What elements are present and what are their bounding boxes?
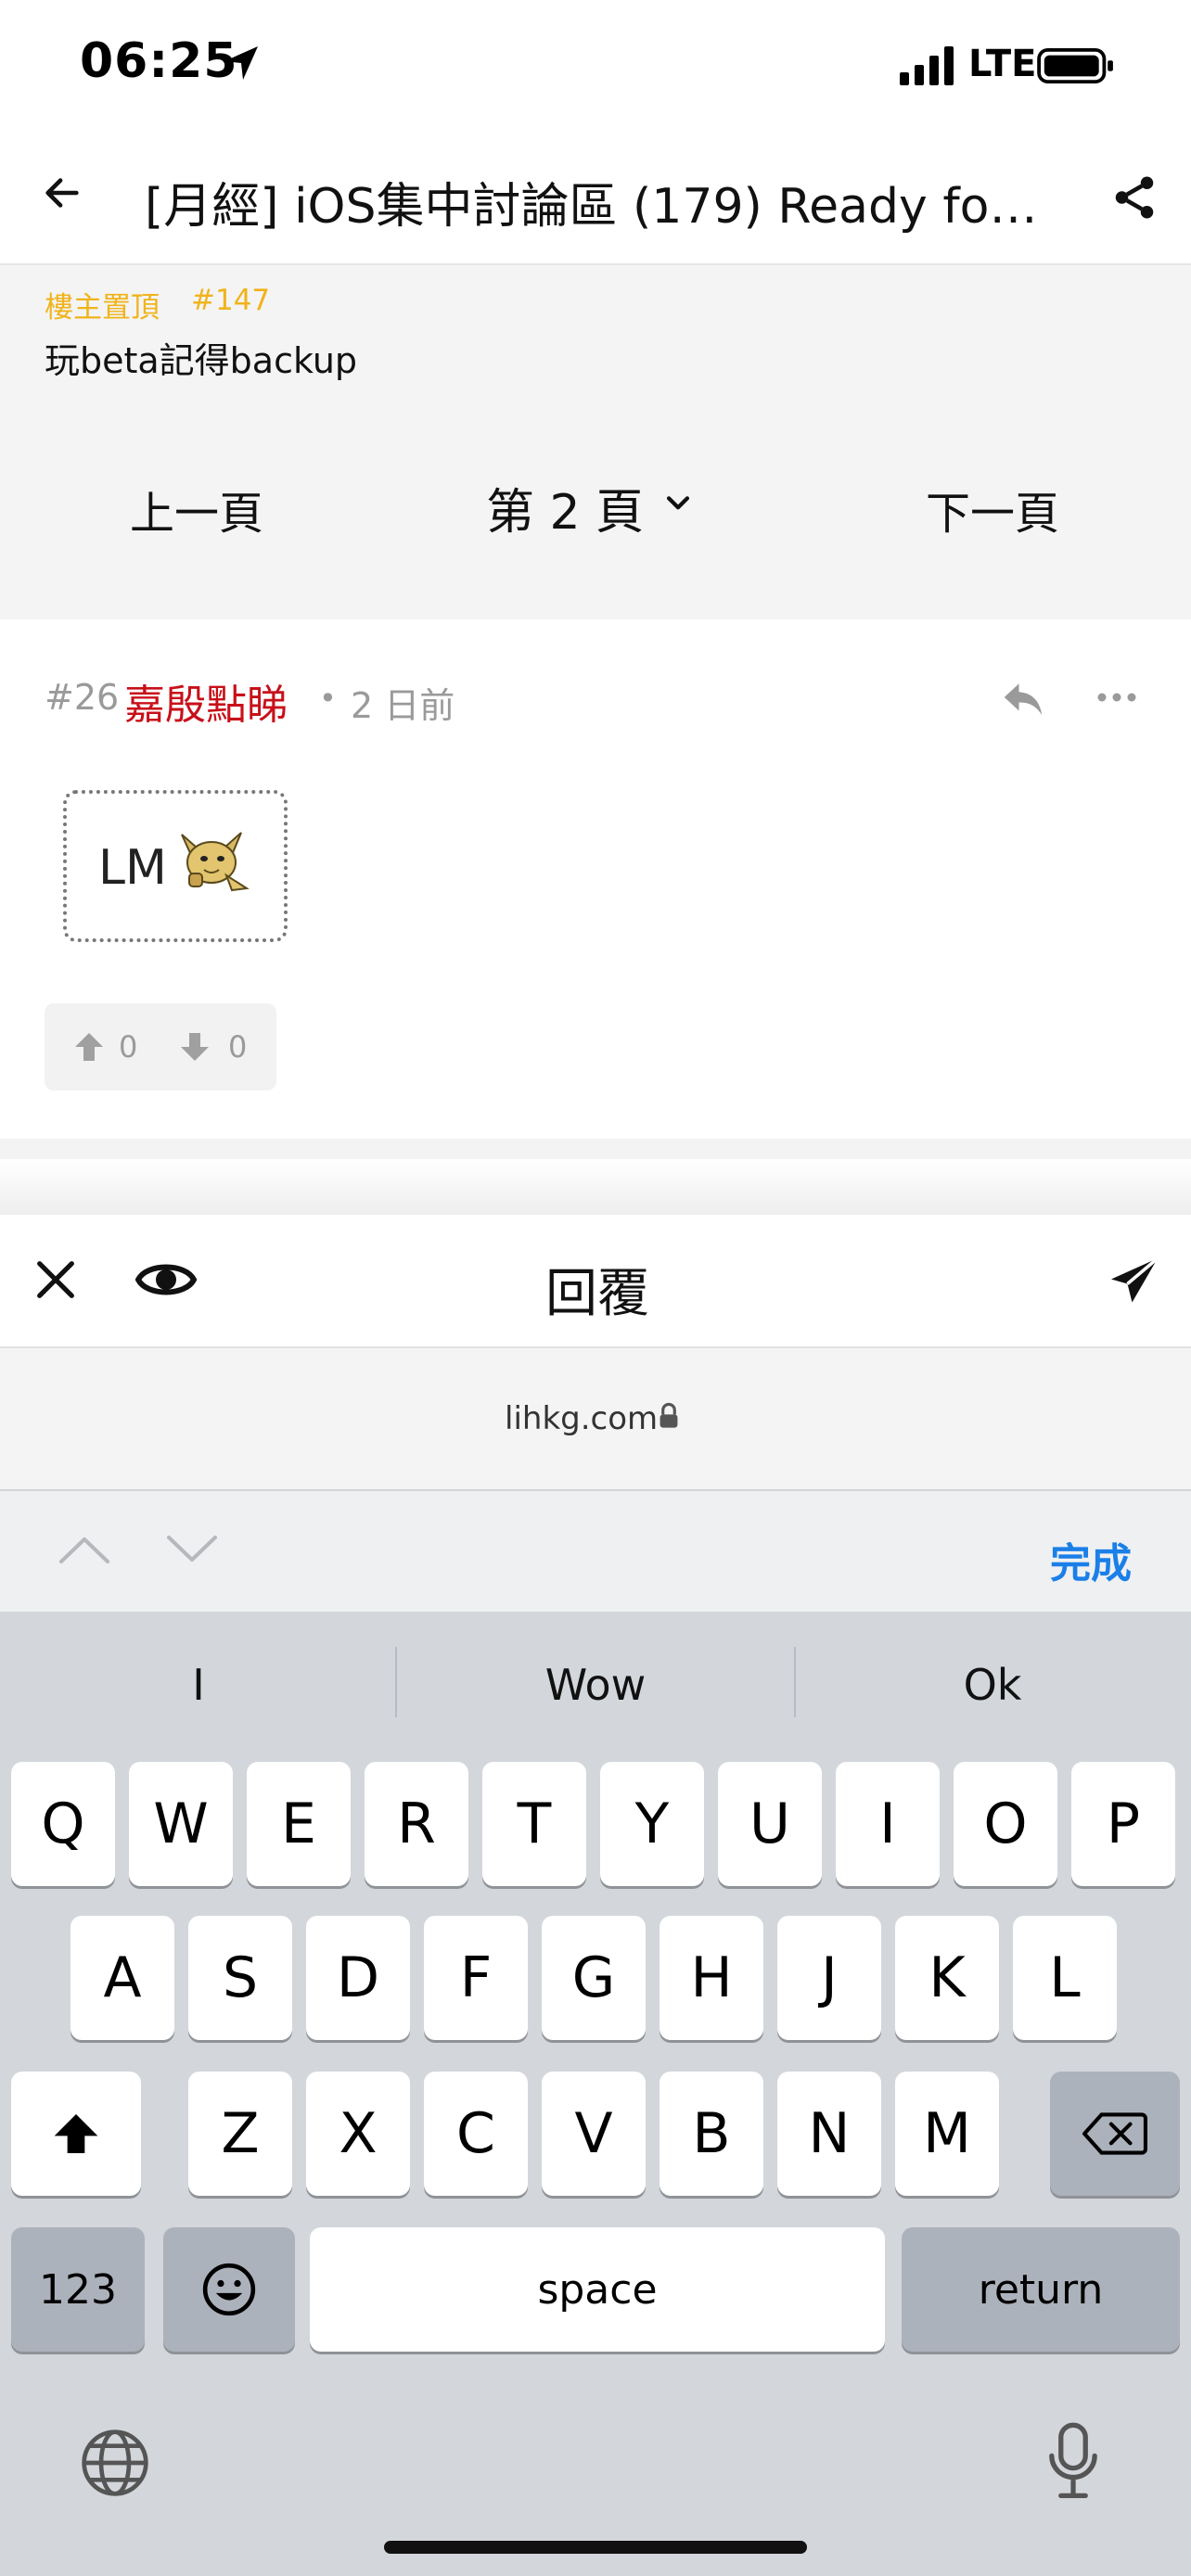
shadow-band	[0, 1159, 1191, 1215]
delete-key[interactable]	[1050, 2072, 1180, 2196]
delete-icon	[1082, 2112, 1147, 2155]
post-divider	[0, 1139, 1191, 1159]
battery-icon	[1037, 48, 1113, 83]
eye-icon[interactable]	[135, 1257, 197, 1302]
thread-title: [月經] iOS集中討論區 (179) Ready for …	[145, 179, 1044, 235]
return-key[interactable]: return	[902, 2227, 1180, 2352]
key[interactable]: T	[482, 1762, 586, 1886]
shift-icon	[54, 2114, 98, 2153]
key[interactable]: J	[777, 1916, 881, 2040]
key[interactable]: Z	[188, 2072, 292, 2196]
pinned-text: 玩beta記得backup	[45, 340, 358, 381]
pinned-area	[0, 265, 1191, 619]
key[interactable]: L	[1013, 1916, 1117, 2040]
key[interactable]: U	[718, 1762, 822, 1886]
suggestion-3[interactable]: Ok	[798, 1660, 1187, 1710]
key[interactable]: S	[188, 1916, 292, 2040]
key[interactable]: N	[777, 2072, 881, 2196]
key[interactable]: D	[306, 1916, 410, 2040]
prev-page-button[interactable]: 上一頁	[130, 477, 263, 542]
send-icon[interactable]	[1106, 1254, 1163, 1309]
home-indicator	[384, 2541, 807, 2554]
downvote-count: 0	[228, 1029, 248, 1065]
shift-key[interactable]	[11, 2072, 141, 2196]
key[interactable]: M	[895, 2072, 999, 2196]
key[interactable]: G	[542, 1916, 646, 2040]
page-selector[interactable]: 第 2 頁	[486, 473, 644, 542]
lock-icon	[660, 1402, 678, 1428]
key[interactable]: I	[836, 1762, 940, 1886]
post-time: 2 日前	[351, 685, 455, 726]
key[interactable]: K	[895, 1916, 999, 2040]
pinned-post-link[interactable]: #147	[191, 284, 270, 317]
downvote-icon[interactable]	[178, 1029, 211, 1065]
key[interactable]: C	[424, 2072, 528, 2196]
emoji-icon	[202, 2263, 256, 2316]
key[interactable]: Y	[600, 1762, 704, 1886]
suggestion-1[interactable]: I	[4, 1660, 393, 1710]
chevron-down-nav-icon[interactable]	[165, 1534, 219, 1565]
key[interactable]: Q	[11, 1762, 115, 1886]
key[interactable]: X	[306, 2072, 410, 2196]
location-arrow-icon	[224, 46, 258, 80]
key[interactable]: O	[954, 1762, 1057, 1886]
post-username[interactable]: 嘉殷點睇	[124, 671, 288, 731]
reply-title: 回覆	[545, 1264, 649, 1324]
emoji-key[interactable]	[163, 2227, 295, 2352]
upvote-icon[interactable]	[72, 1029, 106, 1065]
back-arrow-icon[interactable]	[41, 172, 83, 214]
chevron-down-icon[interactable]	[662, 488, 694, 519]
key[interactable]: P	[1071, 1762, 1175, 1886]
close-icon[interactable]	[32, 1256, 80, 1304]
key[interactable]: F	[424, 1916, 528, 2040]
status-time: 06:25	[80, 33, 238, 89]
key[interactable]: W	[129, 1762, 233, 1886]
globe-icon[interactable]	[78, 2426, 152, 2500]
key[interactable]: H	[660, 1916, 763, 2040]
more-icon[interactable]	[1096, 686, 1137, 708]
reply-icon[interactable]	[998, 673, 1048, 723]
suggestion-2[interactable]: Wow	[401, 1660, 790, 1710]
space-key[interactable]: space	[310, 2227, 885, 2352]
post-content: LM	[98, 840, 167, 896]
key[interactable]: B	[660, 2072, 763, 2196]
suggestion-divider	[794, 1647, 796, 1717]
key[interactable]: E	[247, 1762, 351, 1886]
key[interactable]: V	[542, 2072, 646, 2196]
share-icon[interactable]	[1109, 172, 1159, 223]
numbers-key[interactable]: 123	[11, 2227, 145, 2352]
chevron-up-icon[interactable]	[58, 1534, 111, 1565]
url-text[interactable]: lihkg.com	[505, 1400, 658, 1437]
network-type: LTE	[968, 43, 1037, 85]
post-number: #26	[45, 677, 120, 718]
suggestion-divider	[395, 1647, 397, 1717]
mic-icon[interactable]	[1048, 2422, 1098, 2502]
post-separator: •	[319, 681, 337, 716]
next-page-button[interactable]: 下一頁	[926, 477, 1059, 542]
sticker-emoji	[181, 832, 250, 892]
done-button[interactable]: 完成	[1050, 1530, 1132, 1589]
signal-icon	[900, 46, 954, 85]
key[interactable]: A	[70, 1916, 174, 2040]
key[interactable]: R	[365, 1762, 468, 1886]
upvote-count: 0	[119, 1029, 138, 1065]
pinned-label: 樓主置頂	[45, 291, 160, 325]
